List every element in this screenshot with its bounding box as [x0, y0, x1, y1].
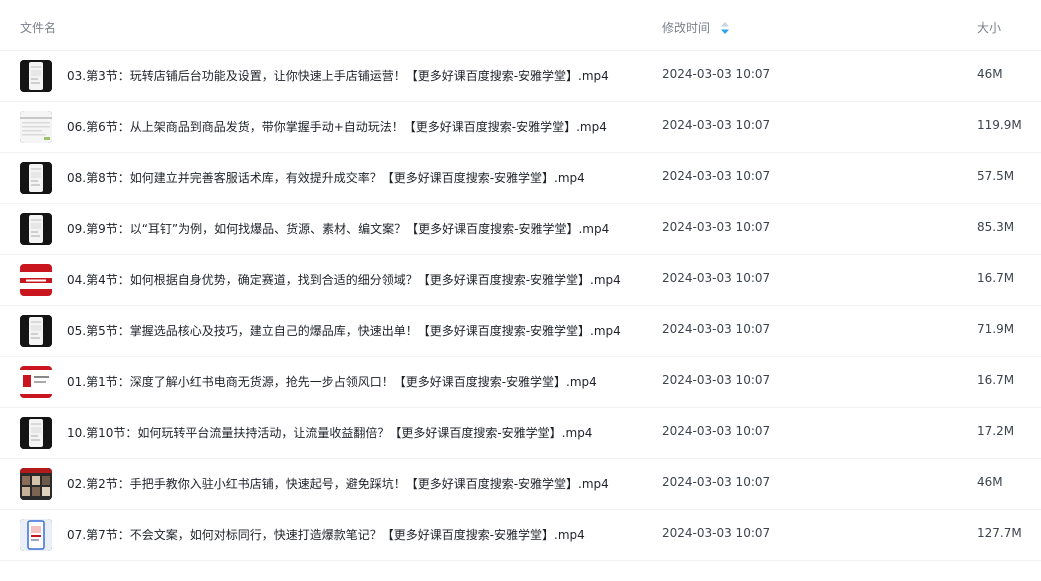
file-name[interactable]: 08.第8节：如何建立并完善客服话术库，有效提升成交率？【更多好课百度搜索-安雅…: [67, 169, 637, 186]
file-row[interactable]: 02.第2节：手把手教你入驻小红书店铺，快速起号，避免踩坑！【更多好课百度搜索-…: [0, 459, 1041, 510]
file-size: 57.5M: [977, 169, 1015, 183]
column-header-size[interactable]: 大小: [977, 19, 1001, 36]
file-rows: 03.第3节：玩转店铺后台功能及设置，让你快速上手店铺运营！【更多好课百度搜索-…: [0, 51, 1041, 561]
file-row[interactable]: 03.第3节：玩转店铺后台功能及设置，让你快速上手店铺运营！【更多好课百度搜索-…: [0, 51, 1041, 102]
file-name[interactable]: 03.第3节：玩转店铺后台功能及设置，让你快速上手店铺运营！【更多好课百度搜索-…: [67, 67, 637, 84]
file-row[interactable]: 07.第7节：不会文案，如何对标同行，快速打造爆款笔记？【更多好课百度搜索-安雅…: [0, 510, 1041, 561]
file-row[interactable]: 06.第6节：从上架商品到商品发货，带你掌握手动+自动玩法！【更多好课百度搜索-…: [0, 102, 1041, 153]
file-name[interactable]: 02.第2节：手把手教你入驻小红书店铺，快速起号，避免踩坑！【更多好课百度搜索-…: [67, 475, 637, 492]
file-size: 127.7M: [977, 526, 1022, 540]
file-modified-time: 2024-03-03 10:07: [662, 220, 771, 234]
video-thumbnail[interactable]: [20, 60, 52, 92]
file-modified-time: 2024-03-03 10:07: [662, 271, 771, 285]
file-row[interactable]: 08.第8节：如何建立并完善客服话术库，有效提升成交率？【更多好课百度搜索-安雅…: [0, 153, 1041, 204]
video-thumbnail[interactable]: [20, 417, 52, 449]
file-size: 46M: [977, 475, 1003, 489]
file-modified-time: 2024-03-03 10:07: [662, 322, 771, 336]
file-name[interactable]: 10.第10节：如何玩转平台流量扶持活动，让流量收益翻倍？【更多好课百度搜索-安…: [67, 424, 637, 441]
file-name[interactable]: 06.第6节：从上架商品到商品发货，带你掌握手动+自动玩法！【更多好课百度搜索-…: [67, 118, 637, 135]
file-size: 46M: [977, 67, 1003, 81]
file-size: 16.7M: [977, 271, 1015, 285]
video-thumbnail[interactable]: [20, 213, 52, 245]
file-row[interactable]: 10.第10节：如何玩转平台流量扶持活动，让流量收益翻倍？【更多好课百度搜索-安…: [0, 408, 1041, 459]
file-modified-time: 2024-03-03 10:07: [662, 526, 771, 540]
file-modified-time: 2024-03-03 10:07: [662, 373, 771, 387]
video-thumbnail[interactable]: [20, 111, 52, 143]
video-thumbnail[interactable]: [20, 162, 52, 194]
file-name[interactable]: 07.第7节：不会文案，如何对标同行，快速打造爆款笔记？【更多好课百度搜索-安雅…: [67, 526, 637, 543]
file-name[interactable]: 09.第9节：以“耳钉”为例，如何找爆品、货源、素材、编文案？【更多好课百度搜索…: [67, 220, 637, 237]
video-thumbnail[interactable]: [20, 468, 52, 500]
column-header-name[interactable]: 文件名: [20, 19, 56, 36]
video-thumbnail[interactable]: [20, 264, 52, 296]
file-modified-time: 2024-03-03 10:07: [662, 424, 771, 438]
file-list: 文件名 修改时间 大小 03.第3节：玩转店铺后台功能及设置，让你快速上手店铺运…: [0, 0, 1041, 581]
file-modified-time: 2024-03-03 10:07: [662, 118, 771, 132]
file-size: 16.7M: [977, 373, 1015, 387]
file-modified-time: 2024-03-03 10:07: [662, 475, 771, 489]
file-size: 71.9M: [977, 322, 1015, 336]
file-size: 17.2M: [977, 424, 1015, 438]
file-row[interactable]: 01.第1节：深度了解小红书电商无货源，抢先一步占领风口！【更多好课百度搜索-安…: [0, 357, 1041, 408]
file-size: 85.3M: [977, 220, 1015, 234]
file-name[interactable]: 01.第1节：深度了解小红书电商无货源，抢先一步占领风口！【更多好课百度搜索-安…: [67, 373, 637, 390]
list-header: 文件名 修改时间 大小: [0, 0, 1041, 51]
video-thumbnail[interactable]: [20, 315, 52, 347]
file-row[interactable]: 05.第5节：掌握选品核心及技巧，建立自己的爆品库，快速出单！【更多好课百度搜索…: [0, 306, 1041, 357]
column-header-modified-time[interactable]: 修改时间: [662, 19, 710, 36]
file-row[interactable]: 09.第9节：以“耳钉”为例，如何找爆品、货源、素材、编文案？【更多好课百度搜索…: [0, 204, 1041, 255]
sort-desc-icon[interactable]: [720, 20, 730, 34]
video-thumbnail[interactable]: [20, 366, 52, 398]
file-row[interactable]: 04.第4节：如何根据自身优势，确定赛道，找到合适的细分领域？【更多好课百度搜索…: [0, 255, 1041, 306]
video-thumbnail[interactable]: [20, 519, 52, 551]
file-modified-time: 2024-03-03 10:07: [662, 67, 771, 81]
file-size: 119.9M: [977, 118, 1022, 132]
file-modified-time: 2024-03-03 10:07: [662, 169, 771, 183]
file-name[interactable]: 05.第5节：掌握选品核心及技巧，建立自己的爆品库，快速出单！【更多好课百度搜索…: [67, 322, 637, 339]
file-name[interactable]: 04.第4节：如何根据自身优势，确定赛道，找到合适的细分领域？【更多好课百度搜索…: [67, 271, 637, 288]
